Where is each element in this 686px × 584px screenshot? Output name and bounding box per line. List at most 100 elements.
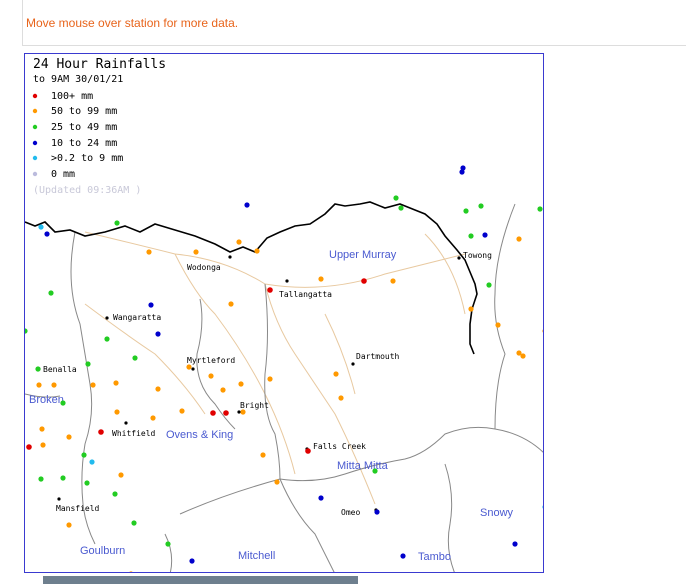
station-dot[interactable]: [463, 208, 469, 214]
town-marker: [285, 279, 289, 283]
station-dot[interactable]: [468, 233, 474, 239]
station-dot[interactable]: [537, 206, 543, 212]
station-dot[interactable]: [112, 491, 118, 497]
legend-swatch: [32, 93, 38, 99]
station-dot[interactable]: [228, 301, 234, 307]
region-label: Ovens & King: [166, 429, 233, 441]
station-dot[interactable]: [274, 479, 280, 485]
station-dot[interactable]: [84, 480, 90, 486]
station-dot[interactable]: [244, 202, 250, 208]
station-dot[interactable]: [104, 336, 110, 342]
station-dot[interactable]: [208, 373, 214, 379]
station-dot[interactable]: [486, 282, 492, 288]
station-dot[interactable]: [516, 236, 522, 242]
town-label: Tallangatta: [279, 290, 332, 299]
station-dot[interactable]: [113, 380, 119, 386]
station-dot[interactable]: [85, 361, 91, 367]
station-dot[interactable]: [478, 203, 484, 209]
station-dot[interactable]: [90, 382, 96, 388]
station-dot[interactable]: [60, 475, 66, 481]
station-dot[interactable]: [512, 541, 518, 547]
station-dot[interactable]: [542, 328, 544, 333]
station-dot[interactable]: [148, 302, 154, 308]
station-dot[interactable]: [118, 472, 124, 478]
station-dot[interactable]: [36, 382, 42, 388]
town-label: Towong: [463, 251, 492, 260]
station-dot[interactable]: [318, 276, 324, 282]
station-dot[interactable]: [267, 287, 273, 293]
station-dot[interactable]: [25, 328, 28, 334]
station-dot[interactable]: [98, 429, 104, 435]
station-dot[interactable]: [44, 231, 50, 237]
station-dot[interactable]: [155, 331, 161, 337]
station-dot[interactable]: [146, 249, 152, 255]
legend: 100+ mm 50 to 99 mm 25 to 49 mm 10 to 24…: [32, 91, 141, 196]
station-dot[interactable]: [132, 355, 138, 361]
station-dot[interactable]: [238, 381, 244, 387]
town-label: Whitfield: [112, 429, 156, 438]
station-dot[interactable]: [89, 459, 95, 465]
station-dot[interactable]: [48, 290, 54, 296]
region-label: Mitchell: [238, 550, 275, 562]
station-dot[interactable]: [193, 249, 199, 255]
station-dot[interactable]: [495, 322, 501, 328]
station-dot[interactable]: [60, 400, 66, 406]
station-dot[interactable]: [35, 366, 41, 372]
station-dot[interactable]: [128, 571, 133, 573]
station-dot[interactable]: [236, 239, 242, 245]
station-dot[interactable]: [26, 444, 32, 450]
station-dot[interactable]: [81, 452, 87, 458]
updated-label: (Updated 09:36AM ): [33, 185, 141, 196]
rainfall-map[interactable]: 24 Hour Rainfalls to 9AM 30/01/21 100+ m…: [24, 53, 544, 573]
station-dot[interactable]: [333, 371, 339, 377]
station-dot[interactable]: [240, 409, 246, 415]
station-dot[interactable]: [39, 426, 45, 432]
station-dot[interactable]: [468, 306, 474, 312]
station-dot[interactable]: [40, 442, 46, 448]
town-label: Wodonga: [187, 263, 221, 272]
station-dot[interactable]: [150, 415, 156, 421]
region-label: Upper Murray: [329, 249, 397, 261]
station-dot[interactable]: [260, 452, 266, 458]
stations[interactable]: [25, 165, 544, 573]
station-dot[interactable]: [165, 541, 171, 547]
station-dot[interactable]: [223, 410, 229, 416]
town-marker: [237, 410, 241, 414]
station-dot[interactable]: [155, 386, 161, 392]
station-dot[interactable]: [38, 476, 44, 482]
station-dot[interactable]: [179, 408, 185, 414]
station-dot[interactable]: [254, 248, 260, 254]
legend-label: 25 to 49 mm: [51, 122, 117, 133]
station-dot[interactable]: [520, 353, 526, 359]
station-dot[interactable]: [189, 558, 195, 564]
station-dot[interactable]: [66, 522, 72, 528]
station-dot[interactable]: [38, 224, 44, 230]
town-marker: [351, 362, 355, 366]
map-svg[interactable]: 24 Hour Rainfalls to 9AM 30/01/21 100+ m…: [25, 54, 544, 573]
station-dot[interactable]: [267, 376, 273, 382]
station-dot[interactable]: [361, 278, 367, 284]
station-dot[interactable]: [393, 195, 399, 201]
station-dot[interactable]: [542, 504, 544, 509]
bottom-scrollbar[interactable]: [43, 576, 358, 584]
station-dot[interactable]: [459, 169, 465, 175]
station-dot[interactable]: [372, 468, 378, 474]
station-dot[interactable]: [66, 434, 72, 440]
station-dot[interactable]: [220, 387, 226, 393]
station-dot[interactable]: [398, 205, 404, 211]
region-label: Tambo: [418, 551, 451, 563]
region-label: Goulburn: [80, 545, 125, 557]
station-dot[interactable]: [400, 553, 406, 559]
station-dot[interactable]: [210, 410, 216, 416]
station-dot[interactable]: [338, 395, 344, 401]
station-dot[interactable]: [114, 220, 120, 226]
station-dot[interactable]: [374, 509, 380, 515]
station-dot[interactable]: [305, 448, 311, 454]
station-dot[interactable]: [482, 232, 488, 238]
station-dot[interactable]: [186, 364, 192, 370]
station-dot[interactable]: [114, 409, 120, 415]
station-dot[interactable]: [131, 520, 137, 526]
station-dot[interactable]: [318, 495, 324, 501]
station-dot[interactable]: [390, 278, 396, 284]
station-dot[interactable]: [51, 382, 57, 388]
